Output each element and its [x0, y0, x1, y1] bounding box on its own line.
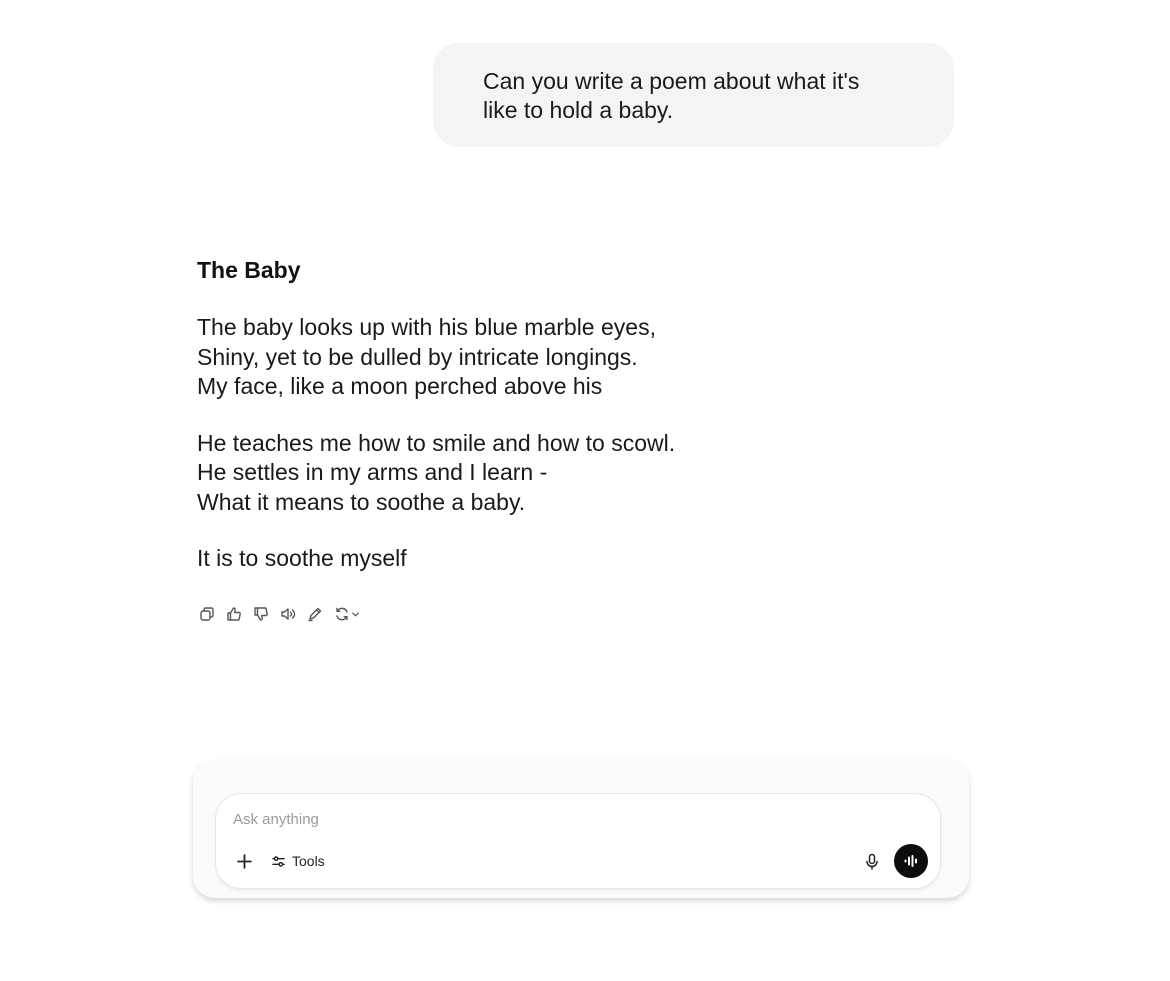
poem-stanza: He teaches me how to smile and how to sc… — [197, 429, 837, 518]
copy-icon — [200, 607, 214, 621]
poem-line: What it means to soothe a baby. — [197, 488, 526, 515]
edit-icon — [308, 607, 322, 622]
thumbs-up-button[interactable] — [224, 604, 244, 624]
composer: Tools — [215, 793, 941, 889]
add-attachment-button[interactable] — [233, 850, 255, 872]
user-message-line: like to hold a baby. — [483, 97, 674, 123]
voice-mode-button[interactable] — [894, 844, 928, 878]
regenerate-button[interactable] — [332, 604, 362, 624]
edit-button[interactable] — [305, 604, 325, 624]
poem-stanza: It is to soothe myself — [197, 544, 837, 574]
poem-line: It is to soothe myself — [197, 545, 407, 571]
poem-title: The Baby — [197, 257, 301, 283]
poem-line: He settles in my arms and I learn - — [197, 459, 548, 485]
microphone-icon — [866, 853, 878, 870]
thumbs-down-icon — [254, 607, 268, 621]
poem-line: He teaches me how to smile and how to sc… — [197, 429, 676, 456]
read-aloud-icon — [281, 608, 296, 620]
thumbs-up-icon — [227, 607, 241, 621]
copy-button[interactable] — [197, 604, 217, 624]
poem-stanza: The baby looks up with his blue marble e… — [197, 313, 837, 402]
ask-input[interactable] — [233, 808, 833, 830]
regenerate-icon — [336, 607, 348, 621]
plus-icon — [236, 853, 252, 869]
tools-button[interactable]: Tools — [271, 850, 325, 872]
poem-line: Shiny, yet to be dulled by intricate lon… — [197, 343, 638, 370]
poem-line: My face, like a moon perched above his — [197, 373, 603, 399]
tools-label: Tools — [292, 853, 325, 869]
thumbs-down-button[interactable] — [251, 604, 271, 624]
composer-container: Tools — [193, 760, 969, 898]
poem-line: The baby looks up with his blue marble e… — [197, 314, 656, 340]
message-actions — [197, 603, 369, 625]
tools-icon — [272, 855, 285, 867]
user-message-bubble: Can you write a poem about what it's lik… — [433, 43, 954, 147]
chevron-down-icon — [352, 612, 359, 616]
assistant-message: The Baby The baby looks up with his blue… — [197, 254, 837, 574]
user-message-line: Can you write a poem about what it's — [483, 68, 860, 94]
dictate-button[interactable] — [861, 850, 883, 872]
voice-waveform-icon — [904, 855, 917, 867]
read-aloud-button[interactable] — [278, 604, 298, 624]
